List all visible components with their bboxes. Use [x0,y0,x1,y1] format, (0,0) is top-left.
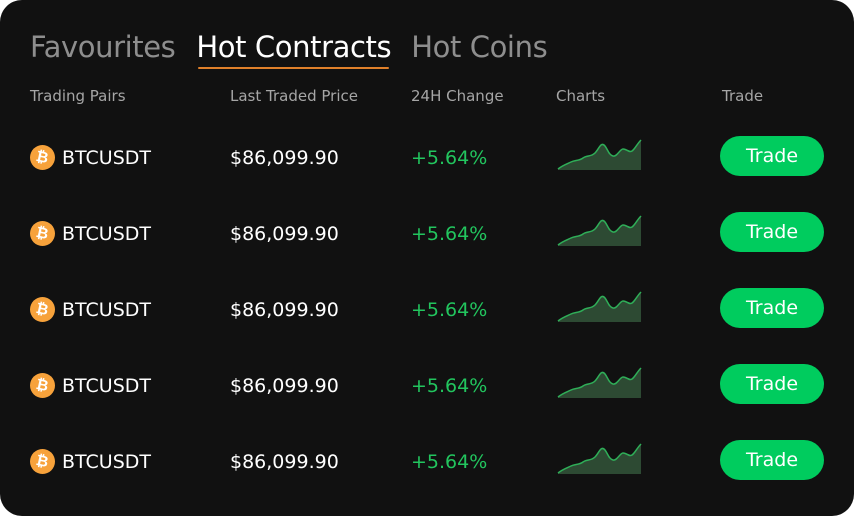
sparkline-chart[interactable] [557,367,643,399]
sparkline-chart[interactable] [557,443,643,475]
24h-change: +5.64% [411,147,488,169]
trading-pair: BTCUSDT [62,451,151,473]
market-tabs: Favourites Hot Contracts Hot Coins [30,28,548,70]
sparkline-area [558,444,641,474]
sparkline-chart[interactable] [557,291,643,323]
trade-button[interactable]: Trade [720,364,824,404]
trading-pair: BTCUSDT [62,147,151,169]
tab-favourites[interactable]: Favourites [30,28,176,66]
trading-pair: BTCUSDT [62,375,151,397]
last-traded-price: $86,099.90 [230,375,339,397]
sparkline-area [558,292,641,322]
last-traded-price: $86,099.90 [230,299,339,321]
trade-button[interactable]: Trade [720,212,824,252]
tab-hot-contracts[interactable]: Hot Contracts [196,28,392,69]
bitcoin-icon: ₿ [30,449,55,474]
last-traded-price: $86,099.90 [230,451,339,473]
24h-change: +5.64% [411,299,488,321]
sparkline-chart[interactable] [557,139,643,171]
bitcoin-icon: ₿ [30,373,55,398]
table-row[interactable]: ₿ BTCUSDT $86,099.90 +5.64% Trade [0,136,854,178]
table-row[interactable]: ₿ BTCUSDT $86,099.90 +5.64% Trade [0,364,854,406]
trading-pair: BTCUSDT [62,299,151,321]
last-traded-price: $86,099.90 [230,223,339,245]
trade-button[interactable]: Trade [720,440,824,480]
hot-markets-panel: Favourites Hot Contracts Hot Coins Tradi… [0,0,854,516]
sparkline-area [558,140,641,170]
sparkline-area [558,216,641,246]
table-row[interactable]: ₿ BTCUSDT $86,099.90 +5.64% Trade [0,440,854,482]
column-header-trade: Trade [722,87,764,105]
bitcoin-icon: ₿ [30,145,55,170]
column-header-charts: Charts [556,87,606,105]
column-header-trading-pairs: Trading Pairs [30,87,126,105]
trade-button[interactable]: Trade [720,136,824,176]
column-header-last-traded-price: Last Traded Price [230,87,358,105]
last-traded-price: $86,099.90 [230,147,339,169]
bitcoin-icon: ₿ [30,297,55,322]
table-header: Trading Pairs Last Traded Price 24H Chan… [0,86,854,106]
bitcoin-icon: ₿ [30,221,55,246]
sparkline-area [558,368,641,398]
table-row[interactable]: ₿ BTCUSDT $86,099.90 +5.64% Trade [0,288,854,330]
trade-button[interactable]: Trade [720,288,824,328]
tab-hot-coins[interactable]: Hot Coins [411,28,547,66]
trading-pair: BTCUSDT [62,223,151,245]
24h-change: +5.64% [411,223,488,245]
table-row[interactable]: ₿ BTCUSDT $86,099.90 +5.64% Trade [0,212,854,254]
sparkline-chart[interactable] [557,215,643,247]
column-header-24h-change: 24H Change [411,87,504,105]
24h-change: +5.64% [411,375,488,397]
24h-change: +5.64% [411,451,488,473]
